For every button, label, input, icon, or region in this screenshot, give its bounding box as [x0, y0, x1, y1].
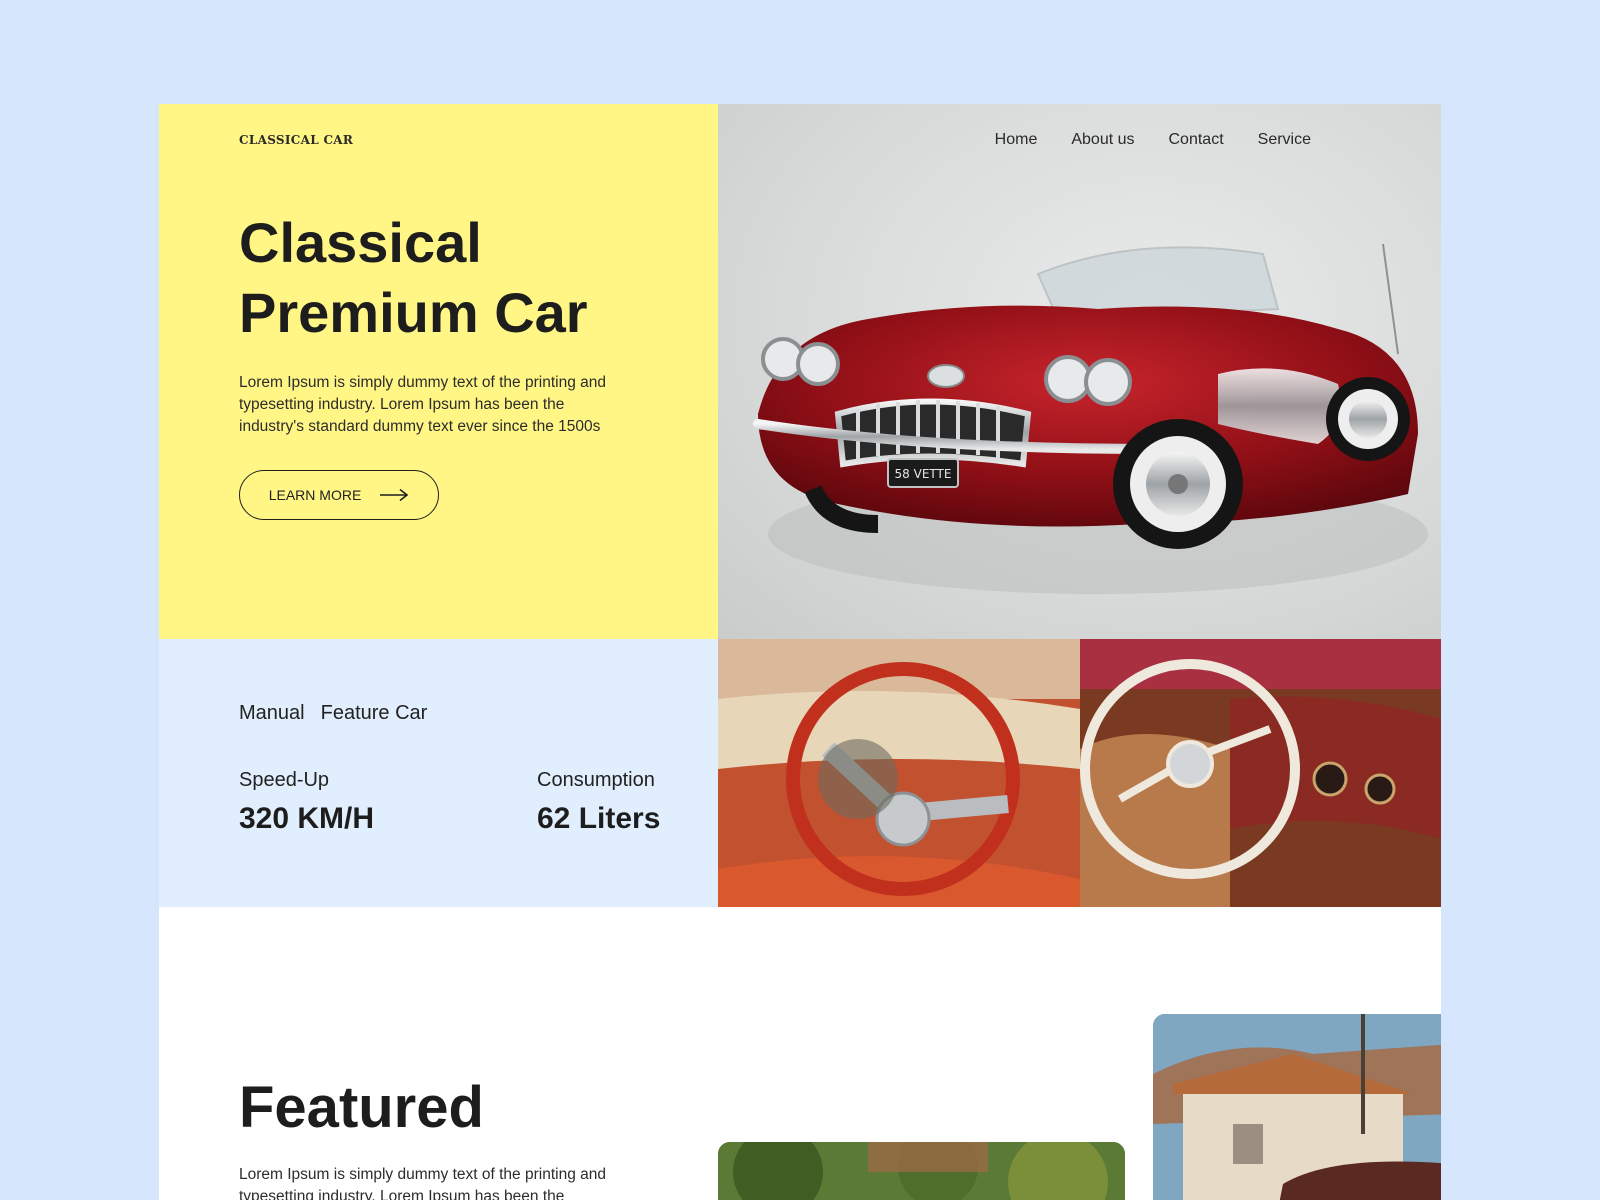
- hero-title: Classical Premium Car: [239, 208, 679, 348]
- hero-image-panel: 58 VETTE Home About us Contact Service: [718, 104, 1441, 639]
- consumption-value: 62 Liters: [537, 802, 661, 835]
- arrow-right-icon: [380, 488, 409, 502]
- nav-service[interactable]: Service: [1258, 131, 1311, 149]
- hero-text-panel: CLASSICAL CAR Classical Premium Car Lore…: [159, 104, 718, 639]
- license-plate-text: 58 VETTE: [895, 467, 952, 481]
- featured-car-image-2[interactable]: [1153, 1014, 1441, 1200]
- speed-value: 320 KM/H: [239, 802, 375, 835]
- main-nav: Home About us Contact Service: [995, 131, 1311, 149]
- hero-title-line-2: Premium Car: [239, 281, 588, 344]
- learn-more-button[interactable]: LEARN MORE: [239, 470, 439, 520]
- hero-description: Lorem Ipsum is simply dummy text of the …: [239, 374, 606, 435]
- consumption-stat: Consumption 62 Liters: [537, 769, 660, 836]
- nav-contact[interactable]: Contact: [1169, 131, 1224, 149]
- speed-stat: Speed-Up 320 KM/H: [239, 769, 374, 836]
- hero-title-line-1: Classical: [239, 211, 482, 274]
- red-convertible-car-image: 58 VETTE: [753, 243, 1428, 594]
- featured-description: Lorem Ipsum is simply dummy text of the …: [239, 1166, 606, 1200]
- speed-label: Speed-Up: [239, 769, 330, 791]
- nav-home[interactable]: Home: [995, 131, 1038, 149]
- featured-car-image-1[interactable]: [718, 1142, 1125, 1200]
- learn-more-label: LEARN MORE: [268, 487, 362, 503]
- site-logo[interactable]: CLASSICAL CAR: [239, 133, 353, 147]
- tab-manual[interactable]: Manual: [239, 702, 305, 725]
- feature-tabs: Manual Feature Car: [239, 702, 427, 725]
- consumption-label: Consumption: [537, 769, 655, 791]
- nav-about-us[interactable]: About us: [1071, 131, 1134, 149]
- landing-page: CLASSICAL CAR Classical Premium Car Lore…: [159, 104, 1441, 1200]
- red-steering-wheel-image: [718, 639, 1080, 907]
- tab-feature-car[interactable]: Feature Car: [321, 702, 428, 725]
- features-panel: Manual Feature Car Speed-Up 320 KM/H Con…: [159, 639, 718, 907]
- cream-steering-wheel-image: [1080, 639, 1441, 907]
- featured-title: Featured: [239, 1075, 484, 1140]
